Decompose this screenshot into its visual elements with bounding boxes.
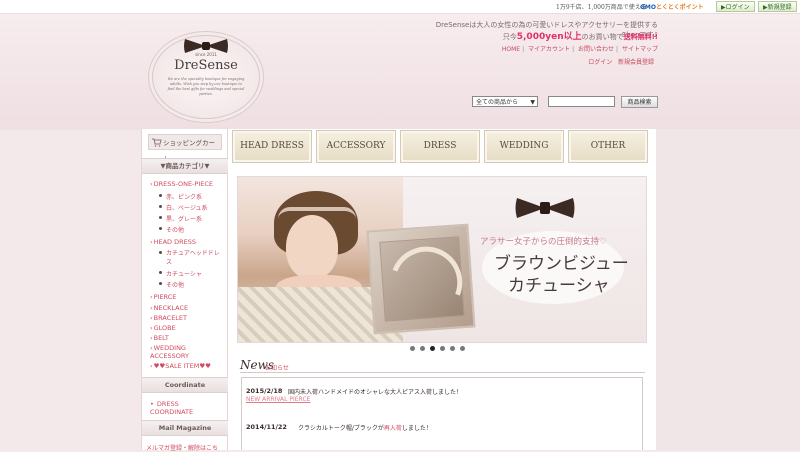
cart-icon [152,138,162,147]
slider-dot[interactable] [460,346,465,351]
tab-dress[interactable]: DRESS [400,130,480,163]
tab-head-dress[interactable]: HEAD DRESS [232,130,312,163]
category-globe[interactable]: ›GLOBE [150,324,176,332]
news-subtitle: お知らせ [265,365,289,372]
gmo-point-logo[interactable]: GMOとくとくポイント [640,2,704,11]
divider [240,372,645,373]
slider-dot[interactable] [420,346,425,351]
news-date: 2015/2/18 [246,387,283,395]
category-bracelet[interactable]: ›BRACELET [150,314,187,322]
subcategory-other[interactable]: その他 [158,225,184,234]
logo-brand: DreSense [174,58,238,73]
top-login-button[interactable]: ▶ログイン [716,1,755,12]
product-box-image [366,223,476,335]
subcategory-red-pink[interactable]: 赤、ピンク系 [158,192,202,201]
category-dress-one-piece[interactable]: ›DRESS-ONE-PIECE [150,180,213,188]
news-list: 2015/2/18 国内未入荷ハンドメイドのオシャレな大人ピアス入荷しました！ … [241,377,643,450]
category-sale-item[interactable]: ›♥♥SALE ITEM♥♥ [150,362,211,370]
slider-dot[interactable] [450,346,455,351]
news-text: 国内未入荷ハンドメイドのオシャレな大人ピアス入荷しました！ [288,389,463,396]
subcategory-black-gray[interactable]: 黒、グレー系 [158,214,202,223]
main-content: HEAD DRESS ACCESSORY DRESS WEDDING OTHER… [228,129,656,450]
gmo-promo-text: 1万9千店、1,000万商品で使える [556,4,647,11]
site-header [0,14,800,130]
search-input[interactable] [548,96,615,107]
category-tabs: HEAD DRESS ACCESSORY DRESS WEDDING OTHER [232,130,652,164]
search-category-select[interactable]: 全ての商品から ▼ [472,96,538,107]
bow-icon [515,198,575,218]
header-nav-secondary: ログイン 新規会員登録 [588,57,654,66]
subcategory-katyua-headdress[interactable]: カチュアヘッドドレス [159,249,222,267]
subcategory-white-beige[interactable]: 白、ベージュ系 [158,203,207,212]
subcategory-katyusha[interactable]: カチューシャ [159,269,202,278]
nav-register[interactable]: 新規会員登録 [618,59,654,66]
category-belt[interactable]: ›BELT [150,334,169,342]
category-pierce[interactable]: ›PIERCE [150,293,176,301]
free-shipping-notice: 只今5,000yen以上のお買い物で送料無料!! [502,32,658,42]
sidebar: ショッピングカート ▼商品カテゴリ▼ ›DRESS-ONE-PIECE 赤、ピン… [141,129,228,452]
category-necklace[interactable]: ›NECKLACE [150,304,188,312]
mail-magazine-link[interactable]: メルマガ登録・解除はこち [146,443,218,452]
search-button[interactable]: 商品検索 [621,96,658,108]
logo-tagline: We are the specialty boutique for engagi… [167,77,245,96]
coordinate-heading: Coordinate [142,377,228,393]
news-link[interactable]: NEW ARRIVAL PIERCE [246,396,310,403]
category-wedding-accessory[interactable]: ›WEDDING ACCESSORY [150,344,212,360]
top-register-button[interactable]: ▶新規登録 [758,1,797,12]
top-bar: 1万9千店、1,000万商品で使える GMOとくとくポイント ▶ログイン ▶新規… [0,0,800,14]
site-logo[interactable]: since 2011 DreSense We are the specialty… [152,35,260,119]
tab-other[interactable]: OTHER [568,130,648,163]
category-heading: ▼商品カテゴリ▼ [142,158,228,174]
shopping-cart-button[interactable]: ショッピングカート [148,134,222,163]
hero-slider[interactable]: アラサー女子からの圧倒的支持♡ ブラウンビジュー カチューシャ [237,176,647,343]
category-head-dress[interactable]: ›HEAD DRESS [150,238,196,246]
right-margin [656,129,800,450]
nav-sitemap[interactable]: サイトマップ [622,46,658,53]
slider-dot[interactable] [410,346,415,351]
slider-dot[interactable] [440,346,445,351]
header-nav: HOME | マイアカウント | お問い合わせ | サイトマップ [501,46,658,53]
subcategory-head-other[interactable]: その他 [158,280,184,289]
logo-since: since 2011 [195,52,217,57]
dress-coordinate-link[interactable]: • DRESS COORDINATE [150,400,210,416]
tab-wedding[interactable]: WEDDING [484,130,564,163]
mail-magazine-heading: Mail Magazine [142,420,228,436]
news-text: クラシカルトーク帽/ブラックが再入荷しました！ [298,425,432,432]
slider-dot-active[interactable] [430,346,435,351]
chevron-down-icon: ▼ [530,99,535,106]
nav-my-account[interactable]: マイアカウント [528,46,570,53]
nav-contact[interactable]: お問い合わせ [578,46,614,53]
slide-title-line2: カチューシャ [508,276,610,296]
nav-login[interactable]: ログイン [588,59,612,66]
news-date: 2014/11/22 [246,423,287,431]
tab-accessory[interactable]: ACCESSORY [316,130,396,163]
nav-home[interactable]: HOME [502,46,520,53]
slide-subtitle: アラサー女子からの圧倒的支持♡ [480,237,607,247]
